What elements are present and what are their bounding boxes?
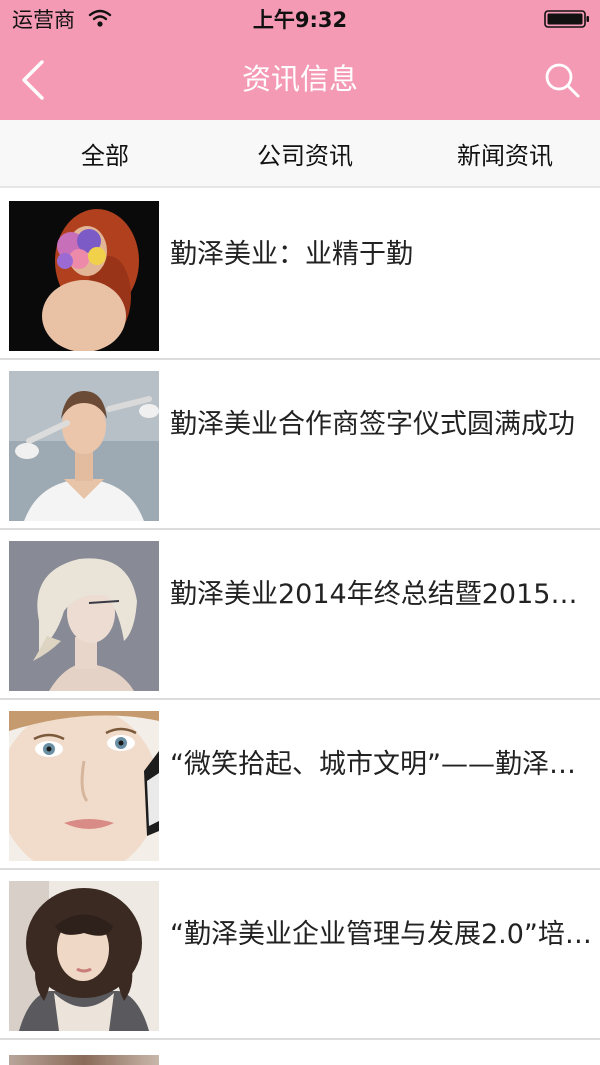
article-title: “微笑拾起、城市文明”——勤泽美业公益行动 bbox=[170, 749, 592, 780]
status-bar: 运营商 上午9:32 bbox=[0, 0, 600, 40]
battery-icon bbox=[544, 10, 589, 28]
app-screen: 运营商 上午9:32 资讯信息 全部 公司资讯 新闻资讯 勤泽美业：业精于勤 勤… bbox=[0, 0, 600, 1065]
article-thumbnail bbox=[9, 881, 159, 1031]
article-thumbnail bbox=[9, 541, 159, 691]
article-item[interactable]: “勤泽美业企业管理与发展2.0”培训会 bbox=[0, 870, 600, 1040]
page-title: 资讯信息 bbox=[241, 62, 358, 96]
tab-industry-news[interactable]: 新闻资讯 bbox=[405, 120, 600, 188]
article-item[interactable]: “微笑拾起、城市文明”——勤泽美业公益行动 bbox=[0, 700, 600, 870]
article-title: 勤泽美业合作商签字仪式圆满成功 bbox=[170, 409, 575, 440]
category-tabs: 全部 公司资讯 新闻资讯 bbox=[0, 120, 600, 188]
article-title: 勤泽美业：业精于勤 bbox=[170, 239, 413, 270]
article-item[interactable]: 勤泽美业合作商签字仪式圆满成功 bbox=[0, 360, 600, 530]
tab-company-news[interactable]: 公司资讯 bbox=[205, 120, 405, 188]
tab-all[interactable]: 全部 bbox=[5, 120, 205, 188]
search-icon[interactable] bbox=[542, 60, 582, 100]
article-list: 勤泽美业：业精于勤 勤泽美业合作商签字仪式圆满成功 勤泽美业2014年终总结暨2… bbox=[0, 190, 600, 1040]
article-thumbnail bbox=[9, 371, 159, 521]
article-item[interactable]: 勤泽美业2014年终总结暨2015年新春联谊会 bbox=[0, 530, 600, 700]
partial-article-thumbnail bbox=[9, 1055, 159, 1065]
status-time: 上午9:32 bbox=[252, 8, 348, 32]
article-thumbnail bbox=[9, 711, 159, 861]
article-title: “勤泽美业企业管理与发展2.0”培训会 bbox=[170, 919, 592, 950]
article-title: 勤泽美业2014年终总结暨2015年新春联谊会 bbox=[170, 579, 592, 610]
navigation-bar: 资讯信息 bbox=[0, 40, 600, 120]
article-item[interactable]: 勤泽美业：业精于勤 bbox=[0, 190, 600, 360]
article-thumbnail bbox=[9, 201, 159, 351]
